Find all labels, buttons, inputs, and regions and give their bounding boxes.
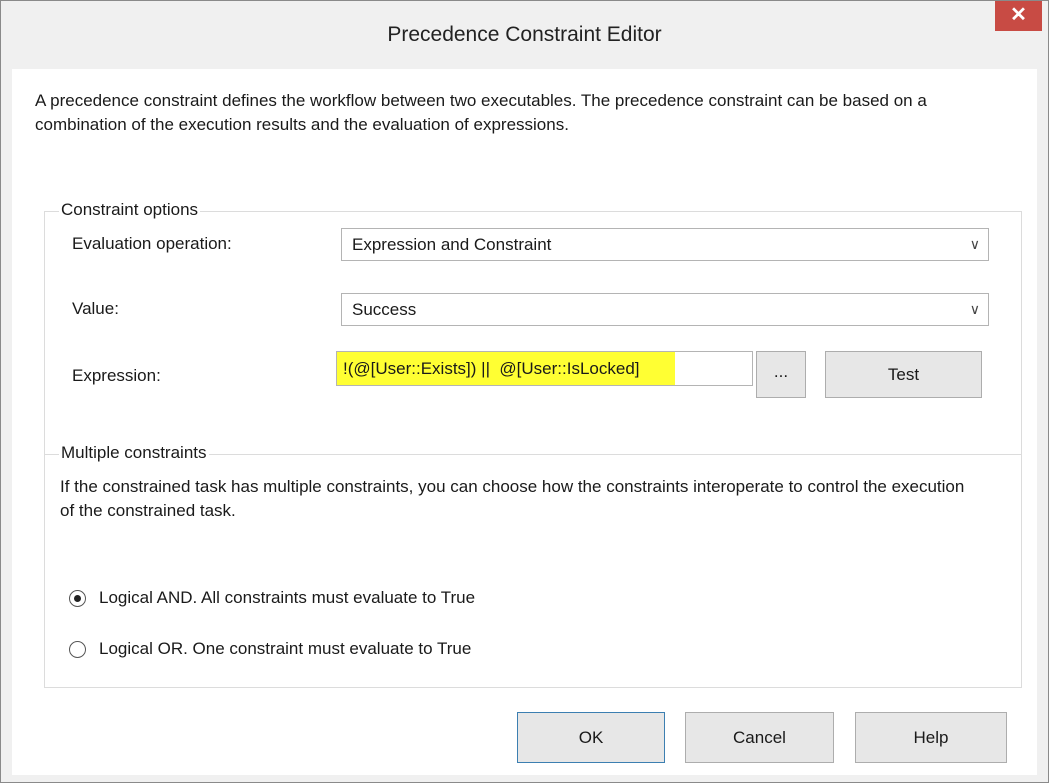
ok-button-label: OK <box>578 728 604 747</box>
value-select[interactable]: Success ∨ <box>341 293 989 326</box>
value-select-value: Success <box>352 300 417 319</box>
help-button-label: Help <box>913 728 949 747</box>
constraint-options-label: Constraint options <box>59 200 201 220</box>
evaluation-operation-select[interactable]: Expression and Constraint ∨ <box>341 228 989 261</box>
evaluation-operation-value: Expression and Constraint <box>352 235 552 254</box>
chevron-down-icon: ∨ <box>969 236 980 252</box>
ok-button[interactable]: OK <box>517 712 665 763</box>
dialog-description: A precedence constraint defines the work… <box>35 91 927 134</box>
dialog-window: Precedence Constraint Editor ✕ A precede… <box>0 0 1049 783</box>
multiple-constraints-description: If the constrained task has multiple con… <box>60 477 965 520</box>
evaluation-operation-label: Evaluation operation: <box>72 234 232 253</box>
chevron-down-icon: ∨ <box>969 301 980 317</box>
logical-and-label: Logical AND. All constraints must evalua… <box>99 588 476 607</box>
constraint-options-group: Constraint options Evaluation operation:… <box>44 200 1022 458</box>
close-icon: ✕ <box>1010 4 1027 26</box>
expression-label: Expression: <box>72 366 161 385</box>
title-bar[interactable]: Precedence Constraint Editor ✕ <box>1 1 1048 69</box>
radio-unchecked-icon <box>69 641 86 658</box>
ellipsis-icon: ... <box>773 362 789 381</box>
multiple-constraints-label: Multiple constraints <box>59 443 209 463</box>
cancel-button[interactable]: Cancel <box>685 712 834 763</box>
test-button[interactable]: Test <box>825 351 982 398</box>
cancel-button-label: Cancel <box>733 728 786 747</box>
expression-value: !(@[User::Exists]) || @[User::IsLocked] <box>343 359 640 378</box>
expression-builder-button[interactable]: ... <box>756 351 806 398</box>
logical-or-label: Logical OR. One constraint must evaluate… <box>99 639 472 658</box>
expression-input[interactable]: !(@[User::Exists]) || @[User::IsLocked] <box>336 351 753 386</box>
dialog-body: A precedence constraint defines the work… <box>12 69 1037 775</box>
close-button[interactable]: ✕ <box>995 1 1042 31</box>
help-button[interactable]: Help <box>855 712 1007 763</box>
test-button-label: Test <box>887 365 920 384</box>
dialog-title: Precedence Constraint Editor <box>387 23 662 46</box>
value-label: Value: <box>72 299 119 318</box>
radio-checked-icon <box>69 590 86 607</box>
multiple-constraints-group: Multiple constraints If the constrained … <box>44 443 1022 688</box>
